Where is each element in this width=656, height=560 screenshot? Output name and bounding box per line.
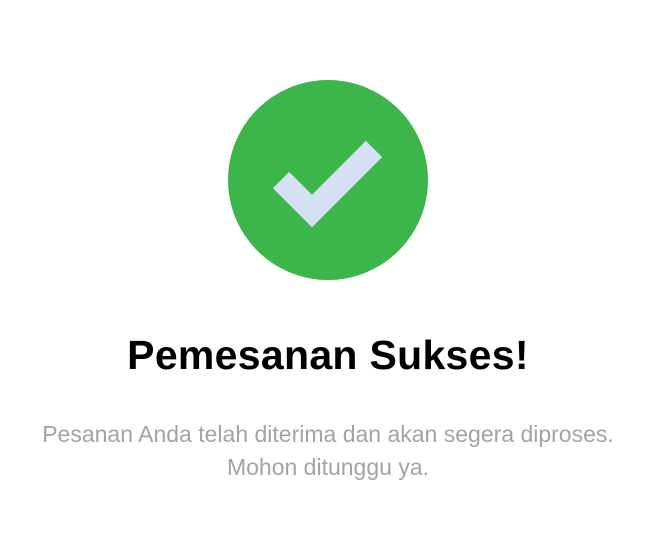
success-message: Pesanan Anda telah diterima dan akan seg…: [42, 421, 614, 480]
page-title: Pemesanan Sukses!: [127, 332, 529, 378]
check-circle-icon: [228, 80, 428, 280]
